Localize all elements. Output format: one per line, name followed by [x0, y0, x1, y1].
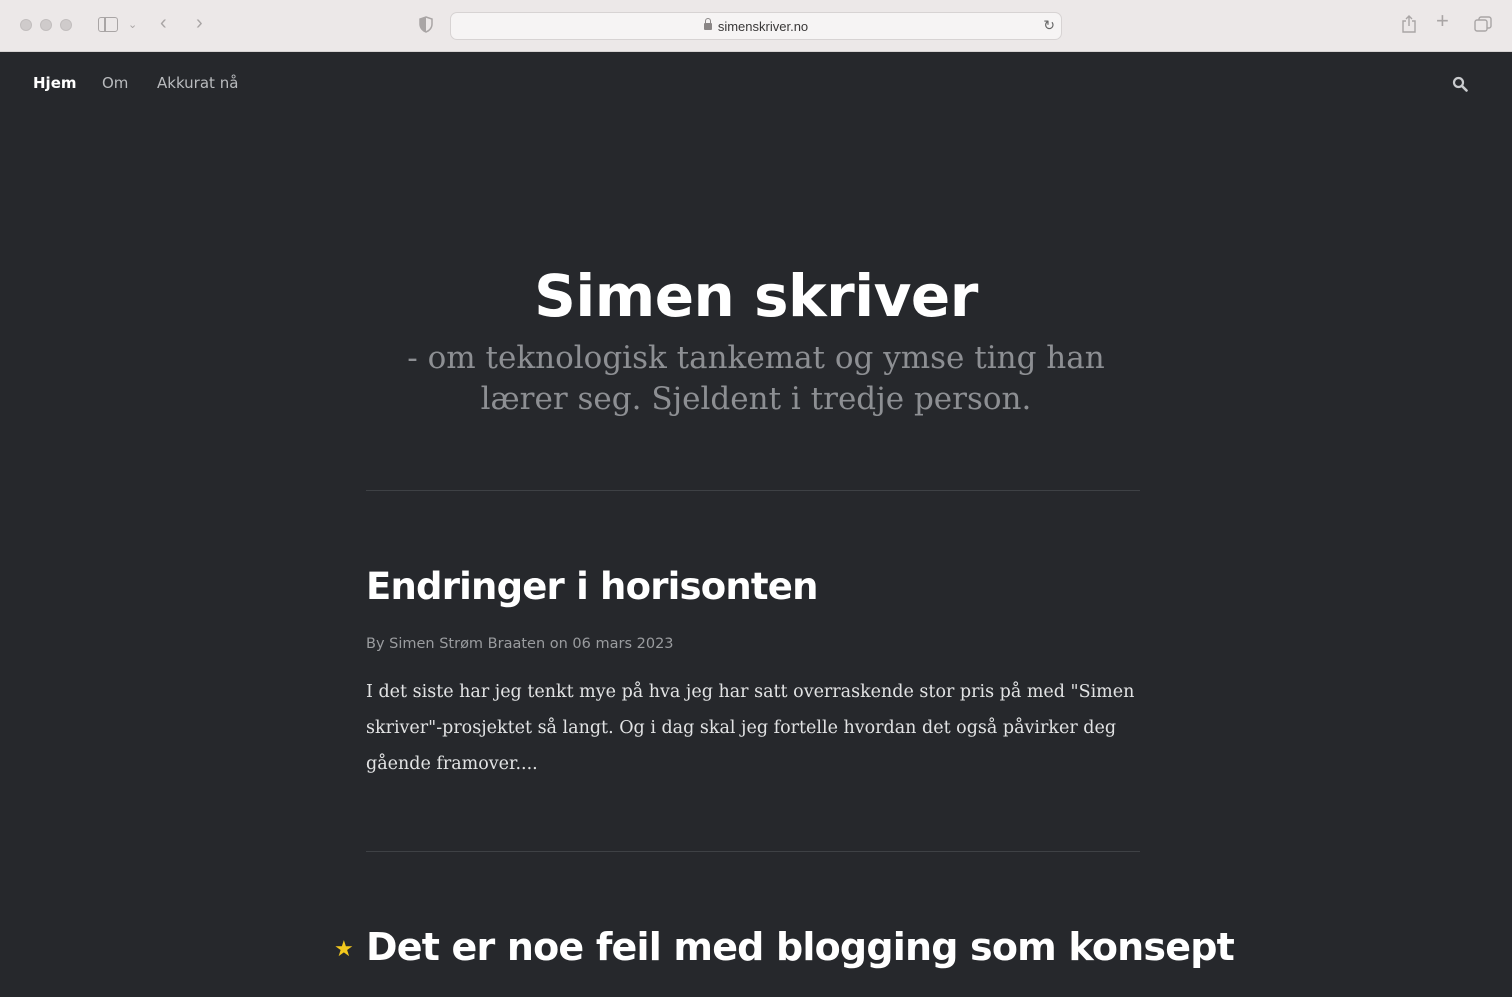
window-maximize-button[interactable] [60, 19, 72, 31]
sidebar-toggle-icon[interactable] [98, 17, 118, 32]
divider [366, 851, 1140, 852]
post-title-link[interactable]: Endringer i horisonten [366, 565, 818, 608]
window-close-button[interactable] [20, 19, 32, 31]
share-icon[interactable] [1401, 15, 1417, 33]
post-excerpt: I det siste har jeg tenkt mye på hva jeg… [366, 682, 1135, 774]
divider [366, 490, 1140, 491]
reload-icon[interactable]: ↻ [1043, 17, 1055, 34]
window-minimize-button[interactable] [40, 19, 52, 31]
url-display: simenskriver.no [451, 18, 1061, 34]
shield-icon[interactable] [419, 16, 433, 33]
nav-home-link[interactable]: Hjem [33, 74, 77, 92]
browser-toolbar: ⌄ ‹ › simenskriver.no ↻ + [0, 0, 1512, 52]
star-icon: ★ [334, 936, 354, 961]
post-title-link[interactable]: Det er noe feil med blogging som konsept [366, 925, 1235, 969]
back-arrow-icon[interactable]: ‹ [160, 13, 167, 33]
chevron-down-icon[interactable]: ⌄ [128, 17, 137, 33]
nav-about-link[interactable]: Om [102, 74, 128, 92]
new-tab-icon[interactable]: + [1436, 10, 1449, 32]
lock-icon [703, 18, 712, 30]
nav-now-link[interactable]: Akkurat nå [157, 74, 238, 92]
site-nav: Hjem Om Akkurat nå [0, 52, 1512, 116]
forward-arrow-icon[interactable]: › [196, 13, 203, 33]
address-bar[interactable]: simenskriver.no ↻ [450, 12, 1062, 40]
search-icon[interactable] [1452, 76, 1468, 92]
site-tagline: - om teknologisk tankemat og ymse ting h… [407, 340, 1105, 417]
tab-overview-icon[interactable] [1474, 16, 1492, 32]
url-text: simenskriver.no [717, 19, 809, 34]
site-title: Simen skriver [534, 262, 978, 330]
post-meta: By Simen Strøm Braaten on 06 mars 2023 [366, 636, 674, 652]
